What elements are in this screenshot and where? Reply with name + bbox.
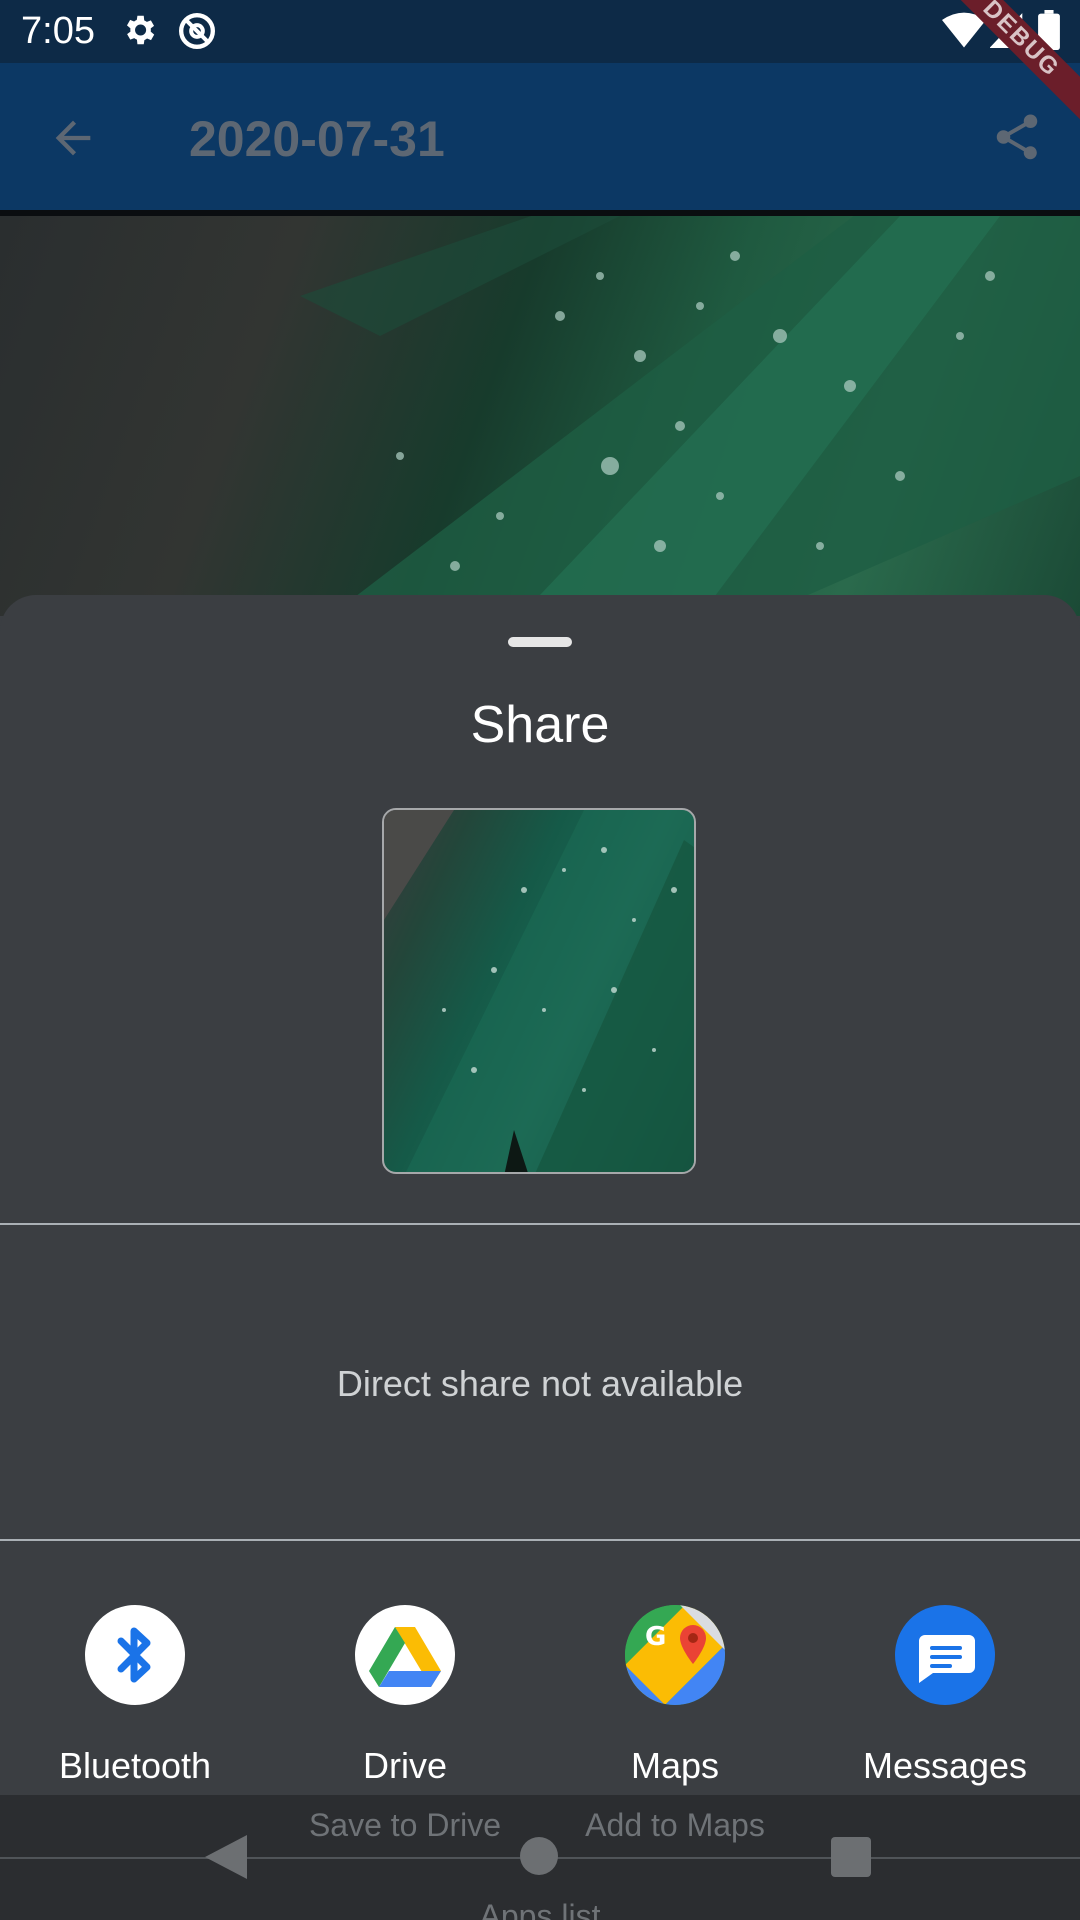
svg-text:G: G — [645, 1622, 666, 1652]
google-drive-icon — [355, 1605, 455, 1705]
share-target-label: Messages — [862, 1745, 1028, 1786]
page-title: 2020-07-31 — [189, 111, 445, 167]
share-target-sublabel: Save to Drive — [308, 1807, 502, 1843]
share-target-maps[interactable]: G Maps — [540, 1605, 810, 1805]
nav-recents-icon[interactable] — [831, 1837, 871, 1877]
bluetooth-icon — [85, 1605, 185, 1705]
status-time: 7:05 — [21, 10, 95, 52]
gear-icon — [126, 15, 155, 45]
app-targets: Bluetooth Drive G Maps Messages — [0, 1605, 1080, 1805]
shared-image-preview — [382, 808, 696, 1174]
share-target-label: Drive — [362, 1745, 447, 1786]
background-photo — [0, 216, 1080, 616]
arrow-back-icon[interactable] — [45, 112, 101, 164]
drag-handle[interactable] — [508, 637, 572, 647]
share-target-label: Maps — [630, 1745, 720, 1786]
nav-back-icon[interactable] — [205, 1835, 247, 1879]
divider — [0, 1223, 1080, 1225]
apps-list-label: Apps list — [479, 1898, 601, 1920]
share-target-messages[interactable]: Messages — [810, 1605, 1080, 1805]
share-target-sublabel: Add to Maps — [585, 1807, 765, 1843]
screen: 7:05 DEBUG 2020-07-31 Share Direct share… — [0, 0, 1080, 1920]
do-not-disturb-icon — [179, 13, 215, 49]
app-bar-divider — [0, 210, 1080, 216]
google-maps-icon: G — [625, 1605, 725, 1705]
share-target-bluetooth[interactable]: Bluetooth — [0, 1605, 270, 1805]
divider — [0, 1539, 1080, 1541]
share-sheet: Share Direct share not available Bluetoo… — [0, 595, 1080, 1795]
messages-icon — [895, 1605, 995, 1705]
nav-home-icon[interactable] — [520, 1837, 558, 1875]
share-target-label: Bluetooth — [58, 1745, 212, 1786]
status-bar: 7:05 — [0, 0, 1080, 63]
app-bar: 2020-07-31 — [0, 63, 1080, 210]
direct-share-message: Direct share not available — [336, 1363, 744, 1404]
share-target-drive[interactable]: Drive — [270, 1605, 540, 1805]
share-sheet-title: Share — [470, 696, 610, 754]
share-icon[interactable] — [990, 108, 1044, 166]
navigation-bar: Save to Drive Add to Maps Apps list — [0, 1795, 1080, 1920]
